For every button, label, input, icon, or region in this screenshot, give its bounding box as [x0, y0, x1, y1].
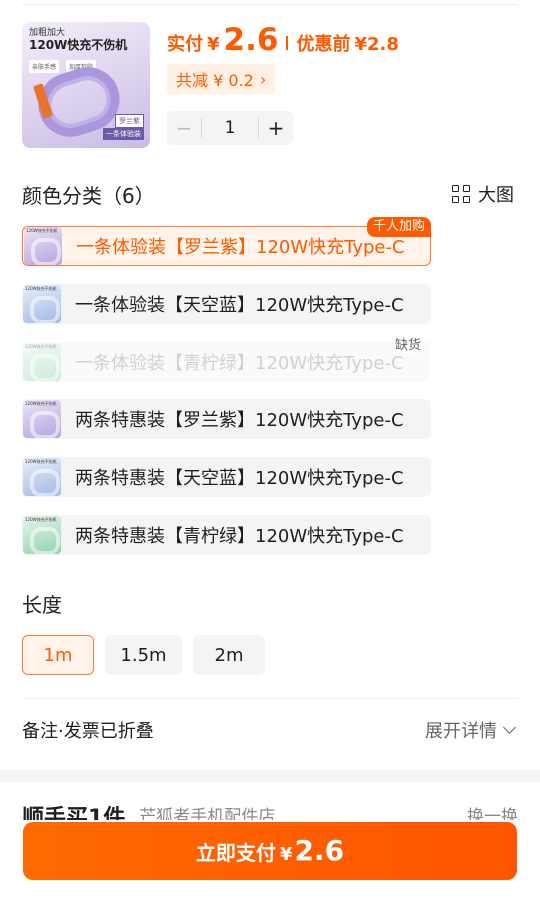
discount-chip[interactable]: 共减 ¥ 0.2 ›: [167, 64, 276, 94]
discount-text: 共减 ¥ 0.2: [176, 71, 254, 90]
pay-button-label: 立即支付: [195, 841, 276, 865]
option-label: 两条特惠装【罗兰紫】120W快充Type-C: [75, 410, 404, 431]
length-section-title: 长度: [22, 593, 62, 617]
notes-row[interactable]: 备注·发票已折叠 展开详情: [22, 716, 516, 744]
product-thumbnail[interactable]: 加粗加大 120W快充不伤机 亲肤手感 加厚软胶 罗兰紫 一条体验装: [22, 22, 150, 148]
length-option[interactable]: 1.5m: [105, 635, 182, 675]
color-option[interactable]: 120W快充不伤机 两条特惠装【青柠绿】120W快充Type-C: [22, 515, 431, 555]
recommend-section-header: 顺手买1件 芒狐者手机配件店 换一换: [22, 796, 518, 820]
increase-button[interactable]: +: [259, 116, 293, 140]
color-option[interactable]: 120W快充不伤机 一条体验装【罗兰紫】120W快充Type-C 千人加购: [22, 217, 431, 266]
option-thumbnail: 120W快充不伤机: [23, 516, 61, 554]
color-option[interactable]: 120W快充不伤机 两条特惠装【罗兰紫】120W快充Type-C: [22, 399, 431, 439]
option-thumbnail: 120W快充不伤机: [23, 400, 61, 438]
original-price: ¥2.8: [354, 34, 399, 55]
divider: [22, 698, 518, 699]
sold-out-badge: 缺货: [393, 334, 424, 353]
price-amount: 2.6: [223, 22, 279, 58]
color-option: 120W快充不伤机 一条体验装【青柠绿】120W快充Type-C: [22, 342, 431, 382]
thumb-chip: 亲肤手感: [29, 60, 60, 73]
quantity-value[interactable]: 1: [201, 118, 259, 138]
recommend-title: 顺手买1件: [22, 806, 126, 820]
top-divider: [22, 4, 518, 5]
option-label: 一条体验装【罗兰紫】120W快充Type-C: [76, 237, 405, 258]
color-section-title: 颜色分类（6）: [22, 184, 155, 208]
grid-icon: [452, 185, 470, 203]
option-thumbnail: 120W快充不伤机: [23, 343, 61, 381]
length-option[interactable]: 2m: [193, 635, 265, 675]
refresh-button[interactable]: 换一换: [467, 802, 518, 820]
expand-details-label: 展开详情: [425, 721, 497, 742]
option-thumbnail: 120W快充不伤机: [24, 227, 62, 265]
thumb-title: 120W快充不伤机: [29, 38, 128, 52]
thumb-color-tag: 罗兰紫: [115, 114, 144, 128]
option-thumbnail: 120W快充不伤机: [23, 458, 61, 496]
section-separator: [0, 770, 540, 782]
big-image-button[interactable]: 大图: [452, 181, 514, 207]
color-option[interactable]: 120W快充不伤机 一条体验装【天空蓝】120W快充Type-C: [22, 284, 431, 324]
pay-button-amount: 2.6: [294, 834, 345, 867]
decrease-button[interactable]: −: [167, 116, 201, 140]
option-label: 两条特惠装【天空蓝】120W快充Type-C: [75, 468, 404, 489]
store-name[interactable]: 芒狐者手机配件店: [139, 802, 275, 820]
price-line: 实付 ¥ 2.6 优惠前 ¥2.8: [167, 22, 399, 62]
chevron-down-icon: [503, 721, 516, 734]
thumb-pack-tag: 一条体验装: [103, 128, 144, 140]
original-price-label: 优惠前: [296, 34, 351, 55]
option-label: 两条特惠装【青柠绿】120W快充Type-C: [75, 526, 404, 547]
big-image-label: 大图: [478, 185, 514, 206]
option-label: 一条体验装【青柠绿】120W快充Type-C: [75, 353, 404, 374]
length-option[interactable]: 1m: [22, 635, 94, 675]
color-option[interactable]: 120W快充不伤机 两条特惠装【天空蓝】120W快充Type-C: [22, 457, 431, 497]
expand-details-button[interactable]: 展开详情: [425, 717, 516, 743]
notes-label: 备注·发票已折叠: [22, 721, 154, 742]
quantity-stepper: − 1 +: [167, 111, 293, 145]
option-thumbnail: 120W快充不伤机: [23, 285, 61, 323]
price-label: 实付: [167, 34, 203, 55]
pay-now-button[interactable]: 立即支付 ¥ 2.6: [23, 822, 517, 880]
price-separator: [286, 36, 289, 50]
option-label: 一条体验装【天空蓝】120W快充Type-C: [75, 295, 404, 316]
popular-badge: 千人加购: [366, 217, 431, 237]
price-currency: ¥: [207, 34, 220, 55]
chevron-right-icon: ›: [259, 69, 267, 89]
pay-button-currency: ¥: [279, 844, 293, 865]
